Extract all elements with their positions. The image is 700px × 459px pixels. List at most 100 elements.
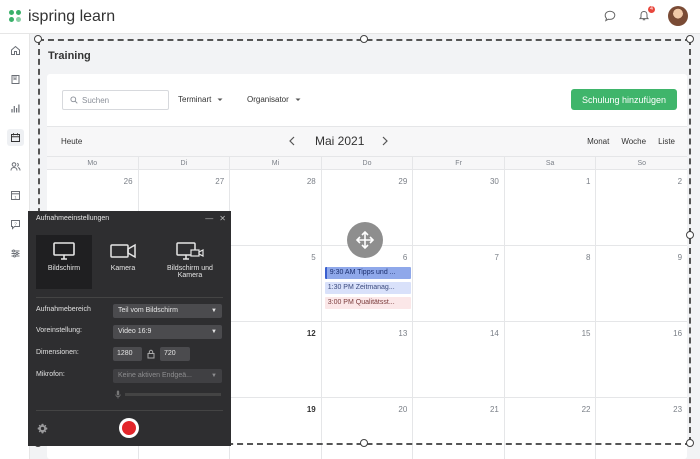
microphone-label: Mikrofon: bbox=[36, 371, 65, 378]
resize-handle-bottom[interactable] bbox=[360, 439, 368, 447]
calendar-day[interactable]: 12 bbox=[230, 322, 322, 397]
filter-organizer-label: Organisator bbox=[247, 95, 289, 104]
record-button[interactable] bbox=[119, 418, 139, 438]
weekday-label: Mo bbox=[47, 157, 139, 169]
calendar-day[interactable]: 19 bbox=[230, 398, 322, 459]
add-training-button[interactable]: Schulung hinzufügen bbox=[571, 89, 677, 110]
preset-label: Voreinstellung: bbox=[36, 327, 82, 334]
close-icon[interactable]: ✕ bbox=[219, 214, 226, 223]
gear-icon[interactable] bbox=[37, 423, 48, 434]
chat-icon[interactable] bbox=[600, 6, 620, 26]
calendar-day[interactable]: 15 bbox=[505, 322, 597, 397]
help-chat-icon[interactable]: ? bbox=[7, 216, 24, 233]
weekday-label: Sa bbox=[505, 157, 597, 169]
source-screen-camera[interactable]: Bildschirm und Kamera bbox=[156, 235, 224, 289]
calendar-event[interactable]: 9:30 AM Tipps und ... bbox=[324, 267, 411, 279]
day-number: 7 bbox=[494, 253, 499, 262]
users-icon[interactable] bbox=[7, 158, 24, 175]
capture-area-value: Teil vom Bildschirm bbox=[118, 307, 178, 314]
day-number: 2 bbox=[677, 177, 683, 186]
day-number: 22 bbox=[581, 405, 591, 414]
calendar-day[interactable]: 28 bbox=[230, 170, 322, 245]
resize-handle-bottom-right[interactable] bbox=[686, 439, 694, 447]
calendar-day[interactable]: 1 bbox=[505, 170, 597, 245]
view-week[interactable]: Woche bbox=[621, 137, 646, 146]
view-list[interactable]: Liste bbox=[658, 137, 675, 146]
calendar-day-icon[interactable]: 1 bbox=[7, 187, 24, 204]
settings-sliders-icon[interactable] bbox=[7, 245, 24, 262]
prev-month-button[interactable] bbox=[285, 134, 299, 148]
search-input[interactable] bbox=[82, 93, 166, 107]
microphone-value: Keine aktiven Endgeä... bbox=[118, 372, 192, 379]
day-number: 21 bbox=[489, 405, 499, 414]
weekday-header: Mo Di Mi Do Fr Sa So bbox=[47, 156, 687, 170]
calendar-day[interactable]: 9 bbox=[596, 246, 687, 321]
calendar-day[interactable]: 21 bbox=[413, 398, 505, 459]
microphone-select[interactable]: Keine aktiven Endgeä... ▼ bbox=[113, 369, 222, 383]
calendar-event[interactable]: 3:00 PM Qualitätsst... bbox=[324, 297, 411, 309]
resize-handle-top-left[interactable] bbox=[34, 35, 42, 43]
calendar-day[interactable]: 2 bbox=[596, 170, 687, 245]
resize-handle-right[interactable] bbox=[686, 231, 694, 239]
search-icon bbox=[70, 96, 78, 104]
calendar-day[interactable]: 22 bbox=[505, 398, 597, 459]
calendar-day[interactable]: 8 bbox=[505, 246, 597, 321]
day-number: 15 bbox=[581, 329, 591, 338]
dropdown-caret-icon: ▼ bbox=[211, 308, 217, 314]
avatar[interactable] bbox=[668, 6, 688, 26]
chart-bars-icon[interactable] bbox=[7, 100, 24, 117]
source-screen[interactable]: Bildschirm bbox=[36, 235, 92, 289]
source-screen-label: Bildschirm bbox=[47, 265, 81, 272]
lock-icon[interactable] bbox=[147, 349, 155, 359]
dropdown-caret-icon: ▼ bbox=[211, 329, 217, 335]
move-arrows-icon bbox=[355, 230, 375, 250]
preset-value: Video 16:9 bbox=[118, 328, 152, 335]
day-number: 6 bbox=[402, 253, 408, 262]
page-title: Training bbox=[48, 50, 91, 62]
view-month[interactable]: Monat bbox=[587, 137, 609, 146]
calendar-day[interactable]: 13 bbox=[322, 322, 414, 397]
day-number: 8 bbox=[586, 253, 591, 262]
calendar-event[interactable]: 1:30 PM Zeitmanag... bbox=[324, 282, 411, 294]
capture-area-select[interactable]: Teil vom Bildschirm ▼ bbox=[113, 304, 222, 318]
minimize-icon[interactable]: — bbox=[205, 214, 213, 223]
filter-event-type[interactable]: Terminart bbox=[178, 95, 223, 104]
svg-text:1: 1 bbox=[14, 195, 17, 200]
next-month-button[interactable] bbox=[378, 134, 392, 148]
dimensions-label: Dimensionen: bbox=[36, 349, 79, 356]
search-box[interactable] bbox=[62, 90, 169, 110]
calendar-day[interactable]: 23 bbox=[596, 398, 687, 459]
weekday-label: Do bbox=[322, 157, 414, 169]
calendar-day[interactable]: 30 bbox=[413, 170, 505, 245]
day-number: 5 bbox=[311, 253, 316, 262]
app-logo[interactable]: ispring learn bbox=[9, 8, 115, 26]
app-logo-text: ispring learn bbox=[28, 8, 116, 25]
day-number-today: 12 bbox=[306, 329, 316, 338]
calendar-day[interactable]: 16 bbox=[596, 322, 687, 397]
filter-organizer[interactable]: Organisator bbox=[247, 95, 301, 104]
capture-frame-right[interactable] bbox=[689, 39, 691, 443]
bell-icon[interactable]: 4 bbox=[634, 6, 655, 26]
height-input[interactable]: 720 bbox=[160, 347, 190, 361]
calendar-day[interactable]: 14 bbox=[413, 322, 505, 397]
calendar-day[interactable]: 20 bbox=[322, 398, 414, 459]
resize-handle-top[interactable] bbox=[360, 35, 368, 43]
preset-select[interactable]: Video 16:9 ▼ bbox=[113, 325, 222, 339]
today-button[interactable]: Heute bbox=[61, 137, 82, 146]
calendar-day[interactable]: 5 bbox=[230, 246, 322, 321]
panel-title: Aufnahmeeinstellungen bbox=[36, 215, 110, 222]
width-input[interactable]: 1280 bbox=[113, 347, 142, 361]
book-icon[interactable] bbox=[7, 71, 24, 88]
ispring-logo-icon bbox=[9, 10, 23, 24]
chevron-down-icon bbox=[217, 98, 223, 101]
weekday-label: Di bbox=[139, 157, 231, 169]
calendar-day[interactable]: 7 bbox=[413, 246, 505, 321]
home-icon[interactable] bbox=[7, 42, 24, 59]
calendar-icon[interactable] bbox=[7, 129, 24, 146]
chevron-left-icon bbox=[289, 136, 295, 146]
source-camera[interactable]: Kamera bbox=[98, 235, 148, 289]
move-capture-area-button[interactable] bbox=[347, 222, 383, 258]
day-number: 30 bbox=[489, 177, 499, 186]
record-icon bbox=[122, 421, 136, 435]
resize-handle-top-right[interactable] bbox=[686, 35, 694, 43]
